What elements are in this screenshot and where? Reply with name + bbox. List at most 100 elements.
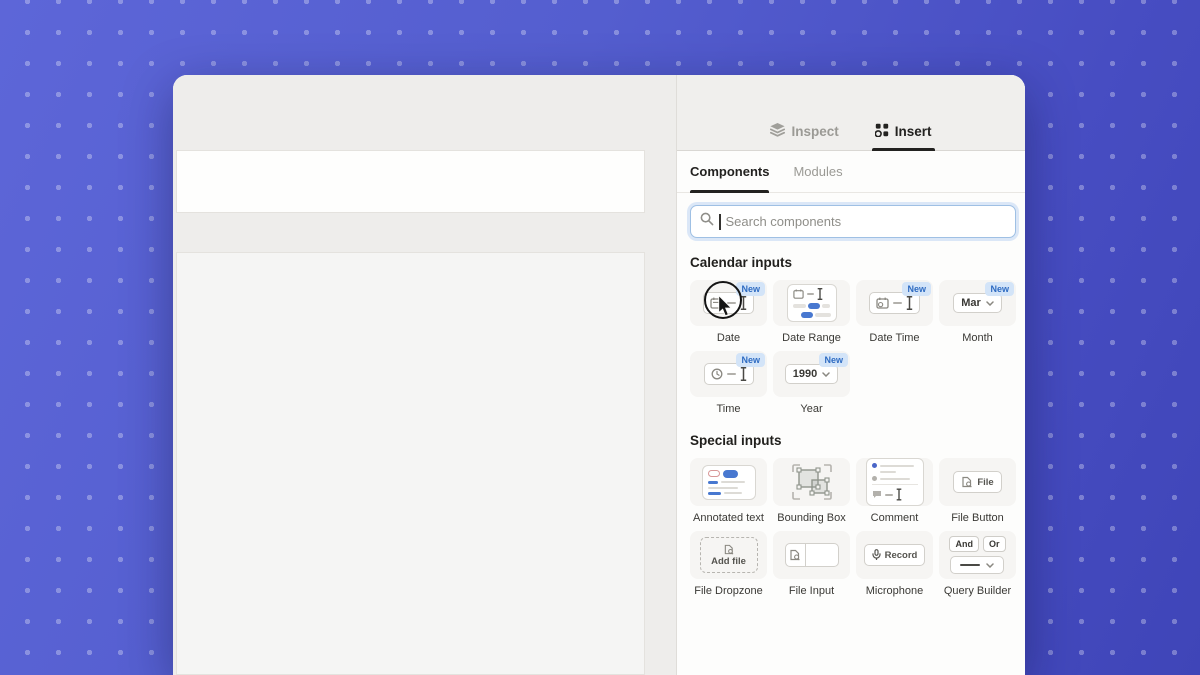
component-file-dropzone[interactable]: Add file File Dropzone: [690, 531, 767, 598]
year-select-preview: 1990: [785, 364, 838, 384]
file-search-icon: [789, 549, 801, 561]
component-date-time[interactable]: New Date Time: [856, 280, 933, 345]
component-microphone-label: Microphone: [866, 585, 923, 598]
file-search-icon: [723, 544, 735, 555]
component-query-builder[interactable]: And Or Query Builder: [939, 531, 1016, 598]
component-annotated-text-label: Annotated text: [693, 512, 764, 525]
comment-bubble-icon: [872, 490, 882, 499]
month-select-preview: Mar: [953, 293, 1002, 313]
tab-insert-label: Insert: [895, 124, 932, 139]
ibeam-icon: [740, 367, 747, 381]
component-file-button-thumbnail[interactable]: File: [939, 458, 1016, 506]
component-year-thumbnail[interactable]: New 1990: [773, 351, 850, 397]
component-month-thumbnail[interactable]: New Mar: [939, 280, 1016, 326]
right-panel: Inspect Insert Components Modules: [676, 75, 1025, 675]
chevron-down-icon: [986, 301, 994, 306]
calendar-inputs-grid: New Date: [690, 280, 1016, 416]
ibeam-icon: [906, 296, 913, 310]
component-date-thumbnail[interactable]: New: [690, 280, 767, 326]
query-builder-preview: And Or: [949, 536, 1005, 574]
year-select-value: 1990: [793, 368, 817, 380]
file-button-preview: File: [953, 471, 1001, 493]
component-file-button[interactable]: File File Button: [939, 458, 1016, 525]
section-title-special-inputs: Special inputs: [690, 433, 1016, 448]
canvas-container-widget[interactable]: [176, 252, 645, 675]
panel-subtab-bar: Components Modules: [677, 151, 1025, 193]
component-query-builder-label: Query Builder: [944, 585, 1011, 598]
date-range-preview: [787, 284, 837, 322]
search-icon: [700, 212, 714, 231]
component-file-dropzone-label: File Dropzone: [694, 585, 762, 598]
component-annotated-text-thumbnail[interactable]: [690, 458, 767, 506]
bounding-box-preview: [791, 463, 833, 501]
component-date[interactable]: New Date: [690, 280, 767, 345]
component-date-range[interactable]: Date Range: [773, 280, 850, 345]
canvas-navbar-widget[interactable]: [176, 150, 645, 213]
component-file-input-thumbnail[interactable]: [773, 531, 850, 579]
component-microphone[interactable]: Record Microphone: [856, 531, 933, 598]
component-date-time-label: Date Time: [869, 332, 919, 345]
file-search-icon: [961, 476, 973, 488]
component-time[interactable]: New Time: [690, 351, 767, 416]
subtab-modules[interactable]: Modules: [793, 151, 842, 192]
component-file-dropzone-thumbnail[interactable]: Add file: [690, 531, 767, 579]
tab-inspect-label: Inspect: [791, 124, 838, 139]
new-badge: New: [902, 282, 931, 296]
component-file-button-label: File Button: [951, 512, 1004, 525]
search-input[interactable]: Search components: [690, 205, 1016, 238]
new-badge: New: [736, 353, 765, 367]
special-inputs-grid: Annotated text: [690, 458, 1016, 598]
component-file-input-label: File Input: [789, 585, 834, 598]
component-month[interactable]: New Mar Month: [939, 280, 1016, 345]
microphone-icon: [872, 549, 881, 561]
component-comment-thumbnail[interactable]: [856, 458, 933, 506]
file-dropzone-text: Add file: [711, 556, 746, 567]
component-microphone-thumbnail[interactable]: Record: [856, 531, 933, 579]
section-title-calendar-inputs: Calendar inputs: [690, 255, 1016, 270]
search-placeholder: Search components: [726, 214, 842, 229]
mouse-cursor-icon: [718, 295, 733, 317]
insert-components-icon: [875, 123, 889, 140]
microphone-text: Record: [885, 550, 918, 561]
component-date-range-label: Date Range: [782, 332, 841, 345]
ibeam-icon: [896, 488, 902, 501]
file-dropzone-preview: Add file: [700, 537, 758, 573]
subtab-modules-label: Modules: [793, 164, 842, 179]
subtab-components-label: Components: [690, 164, 769, 179]
component-bounding-box-label: Bounding Box: [777, 512, 846, 525]
component-comment-label: Comment: [871, 512, 919, 525]
file-input-preview: [785, 543, 839, 567]
app-window: Inspect Insert Components Modules: [173, 75, 1025, 675]
new-badge: New: [819, 353, 848, 367]
component-bounding-box-thumbnail[interactable]: [773, 458, 850, 506]
component-year-label: Year: [800, 403, 822, 416]
chevron-down-icon: [822, 372, 830, 377]
comment-preview: [866, 458, 924, 506]
query-and-chip: And: [949, 536, 979, 552]
text-caret: [719, 214, 721, 230]
component-time-thumbnail[interactable]: New: [690, 351, 767, 397]
clock-icon: [711, 368, 723, 380]
file-button-text: File: [977, 477, 993, 488]
component-date-label: Date: [717, 332, 740, 345]
editor-canvas[interactable]: [173, 75, 676, 675]
calendar-icon: [793, 289, 804, 299]
component-time-label: Time: [716, 403, 740, 416]
component-year[interactable]: New 1990 Year: [773, 351, 850, 416]
chevron-down-icon: [986, 563, 994, 568]
subtab-components[interactable]: Components: [690, 151, 769, 192]
component-month-label: Month: [962, 332, 993, 345]
query-or-chip: Or: [983, 536, 1006, 552]
component-date-time-thumbnail[interactable]: New: [856, 280, 933, 326]
month-select-value: Mar: [961, 297, 981, 309]
panel-content: Search components Calendar inputs New: [677, 193, 1025, 675]
tab-insert[interactable]: Insert: [875, 123, 932, 150]
component-file-input[interactable]: File Input: [773, 531, 850, 598]
component-comment[interactable]: Comment: [856, 458, 933, 525]
new-badge: New: [985, 282, 1014, 296]
tab-inspect[interactable]: Inspect: [770, 123, 838, 150]
component-date-range-thumbnail[interactable]: [773, 280, 850, 326]
component-query-builder-thumbnail[interactable]: And Or: [939, 531, 1016, 579]
component-annotated-text[interactable]: Annotated text: [690, 458, 767, 525]
component-bounding-box[interactable]: Bounding Box: [773, 458, 850, 525]
